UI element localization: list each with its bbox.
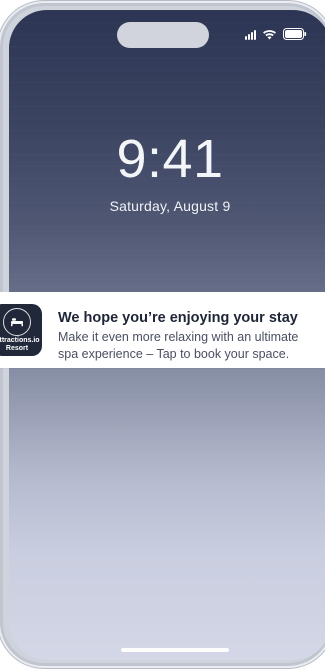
- notification-title: We hope you’re enjoying your stay: [58, 310, 298, 326]
- battery-icon: [283, 28, 307, 40]
- notification-body: Make it even more relaxing with an ultim…: [58, 330, 299, 361]
- app-icon: Attractions.io Resort: [0, 304, 42, 356]
- home-indicator[interactable]: [121, 648, 229, 652]
- dynamic-island: [117, 22, 209, 48]
- status-bar: [245, 28, 307, 40]
- wifi-icon: [262, 29, 277, 40]
- app-icon-label-line1: Attractions.io: [0, 336, 40, 344]
- screenshot-stage: 9:41 Saturday, August 9 Attractions.io R…: [0, 0, 325, 669]
- lock-time: 9:41: [116, 129, 224, 189]
- app-icon-label-line2: Resort: [5, 344, 29, 352]
- cellular-signal-icon: [245, 28, 256, 40]
- bed-icon: [3, 307, 31, 336]
- lock-date: Saturday, August 9: [109, 198, 231, 214]
- notification-text: We hope you’re enjoying your stay Make i…: [58, 309, 319, 363]
- notification-banner[interactable]: Attractions.io Resort We hope you’re enj…: [0, 292, 325, 368]
